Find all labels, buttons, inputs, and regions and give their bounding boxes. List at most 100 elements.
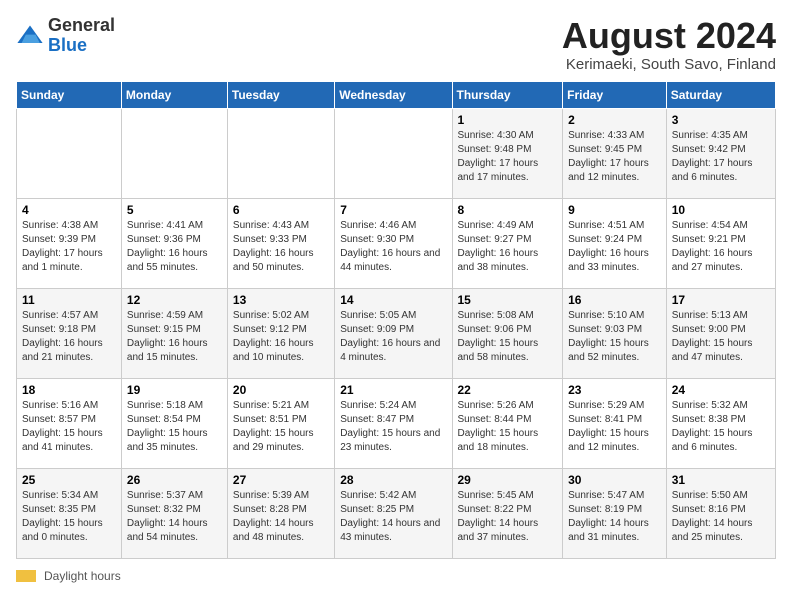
cell-info: Sunrise: 4:49 AM Sunset: 9:27 PM Dayligh… xyxy=(458,219,558,275)
logo: General Blue xyxy=(16,16,115,56)
cell-info: Sunrise: 4:41 AM Sunset: 9:36 PM Dayligh… xyxy=(127,219,222,275)
cell-info: Sunrise: 4:46 AM Sunset: 9:30 PM Dayligh… xyxy=(340,219,446,275)
calendar-cell: 16 Sunrise: 5:10 AM Sunset: 9:03 PM Dayli… xyxy=(563,288,667,378)
calendar-cell: 18 Sunrise: 5:16 AM Sunset: 8:57 PM Dayli… xyxy=(17,378,122,468)
calendar-cell: 23 Sunrise: 5:29 AM Sunset: 8:41 PM Dayli… xyxy=(563,378,667,468)
day-header-wednesday: Wednesday xyxy=(335,81,452,108)
day-number: 6 xyxy=(233,203,329,217)
page-header: General Blue August 2024 Kerimaeki, Sout… xyxy=(16,16,776,73)
cell-info: Sunrise: 5:05 AM Sunset: 9:09 PM Dayligh… xyxy=(340,309,446,365)
calendar-cell xyxy=(335,108,452,198)
day-number: 23 xyxy=(568,383,661,397)
calendar-cell: 7 Sunrise: 4:46 AM Sunset: 9:30 PM Daylig… xyxy=(335,198,452,288)
calendar-cell: 19 Sunrise: 5:18 AM Sunset: 8:54 PM Dayli… xyxy=(121,378,227,468)
calendar-cell: 21Sunrise: 5:24 AM Sunset: 8:47 PM Dayli… xyxy=(335,378,452,468)
cell-info: Sunrise: 5:08 AM Sunset: 9:06 PM Dayligh… xyxy=(458,309,558,365)
day-number: 1 xyxy=(458,113,558,127)
day-header-sunday: Sunday xyxy=(17,81,122,108)
cell-info: Sunrise: 5:45 AM Sunset: 8:22 PM Dayligh… xyxy=(458,489,558,545)
calendar-header: SundayMondayTuesdayWednesdayThursdayFrid… xyxy=(17,81,776,108)
day-number: 7 xyxy=(340,203,446,217)
day-number: 16 xyxy=(568,293,661,307)
day-number: 14 xyxy=(340,293,446,307)
cell-info: Sunrise: 4:38 AM Sunset: 9:39 PM Dayligh… xyxy=(22,219,116,275)
logo-icon xyxy=(16,22,44,50)
cell-info: Sunrise: 4:59 AM Sunset: 9:15 PM Dayligh… xyxy=(127,309,222,365)
cell-info: Sunrise: 5:34 AM Sunset: 8:35 PM Dayligh… xyxy=(22,489,116,545)
day-number: 15 xyxy=(458,293,558,307)
day-number: 31 xyxy=(672,473,770,487)
cell-info: Sunrise: 5:10 AM Sunset: 9:03 PM Dayligh… xyxy=(568,309,661,365)
subtitle: Kerimaeki, South Savo, Finland xyxy=(562,56,776,73)
footer: Daylight hours xyxy=(16,569,776,583)
cell-info: Sunrise: 5:42 AM Sunset: 8:25 PM Dayligh… xyxy=(340,489,446,545)
day-number: 9 xyxy=(568,203,661,217)
day-number: 24 xyxy=(672,383,770,397)
day-number: 2 xyxy=(568,113,661,127)
cell-info: Sunrise: 5:29 AM Sunset: 8:41 PM Dayligh… xyxy=(568,399,661,455)
cell-info: Sunrise: 5:13 AM Sunset: 9:00 PM Dayligh… xyxy=(672,309,770,365)
day-number: 10 xyxy=(672,203,770,217)
calendar-cell: 8 Sunrise: 4:49 AM Sunset: 9:27 PM Daylig… xyxy=(452,198,563,288)
day-number: 11 xyxy=(22,293,116,307)
cell-info: Sunrise: 4:54 AM Sunset: 9:21 PM Dayligh… xyxy=(672,219,770,275)
calendar-cell: 30 Sunrise: 5:47 AM Sunset: 8:19 PM Dayli… xyxy=(563,468,667,558)
cell-info: Sunrise: 5:16 AM Sunset: 8:57 PM Dayligh… xyxy=(22,399,116,455)
calendar-cell xyxy=(227,108,334,198)
week-row-2: 4Sunrise: 4:38 AM Sunset: 9:39 PM Daylig… xyxy=(17,198,776,288)
cell-info: Sunrise: 4:43 AM Sunset: 9:33 PM Dayligh… xyxy=(233,219,329,275)
calendar-cell: 1 Sunrise: 4:30 AM Sunset: 9:48 PM Daylig… xyxy=(452,108,563,198)
calendar-cell xyxy=(17,108,122,198)
header-row: SundayMondayTuesdayWednesdayThursdayFrid… xyxy=(17,81,776,108)
cell-info: Sunrise: 5:21 AM Sunset: 8:51 PM Dayligh… xyxy=(233,399,329,455)
calendar-cell: 3Sunrise: 4:35 AM Sunset: 9:42 PM Daylig… xyxy=(666,108,775,198)
calendar-body: 1 Sunrise: 4:30 AM Sunset: 9:48 PM Daylig… xyxy=(17,108,776,558)
cell-info: Sunrise: 4:35 AM Sunset: 9:42 PM Dayligh… xyxy=(672,129,770,185)
cell-info: Sunrise: 5:37 AM Sunset: 8:32 PM Dayligh… xyxy=(127,489,222,545)
calendar-cell: 10 Sunrise: 4:54 AM Sunset: 9:21 PM Dayli… xyxy=(666,198,775,288)
day-number: 27 xyxy=(233,473,329,487)
day-header-thursday: Thursday xyxy=(452,81,563,108)
day-number: 25 xyxy=(22,473,116,487)
cell-info: Sunrise: 5:47 AM Sunset: 8:19 PM Dayligh… xyxy=(568,489,661,545)
calendar-cell: 13Sunrise: 5:02 AM Sunset: 9:12 PM Dayli… xyxy=(227,288,334,378)
day-number: 12 xyxy=(127,293,222,307)
calendar-cell: 31Sunrise: 5:50 AM Sunset: 8:16 PM Dayli… xyxy=(666,468,775,558)
calendar-cell xyxy=(121,108,227,198)
calendar-table: SundayMondayTuesdayWednesdayThursdayFrid… xyxy=(16,81,776,559)
day-number: 18 xyxy=(22,383,116,397)
day-number: 28 xyxy=(340,473,446,487)
calendar-cell: 25 Sunrise: 5:34 AM Sunset: 8:35 PM Dayli… xyxy=(17,468,122,558)
logo-text: General Blue xyxy=(48,16,115,56)
calendar-cell: 2Sunrise: 4:33 AM Sunset: 9:45 PM Daylig… xyxy=(563,108,667,198)
calendar-cell: 20 Sunrise: 5:21 AM Sunset: 8:51 PM Dayli… xyxy=(227,378,334,468)
cell-info: Sunrise: 5:18 AM Sunset: 8:54 PM Dayligh… xyxy=(127,399,222,455)
daylight-label: Daylight hours xyxy=(44,569,121,583)
day-number: 20 xyxy=(233,383,329,397)
logo-blue-text: Blue xyxy=(48,36,115,56)
calendar-cell: 17 Sunrise: 5:13 AM Sunset: 9:00 PM Dayli… xyxy=(666,288,775,378)
logo-general-text: General xyxy=(48,16,115,36)
title-block: August 2024 Kerimaeki, South Savo, Finla… xyxy=(562,16,776,73)
day-number: 30 xyxy=(568,473,661,487)
calendar-cell: 22Sunrise: 5:26 AM Sunset: 8:44 PM Dayli… xyxy=(452,378,563,468)
day-number: 17 xyxy=(672,293,770,307)
day-header-friday: Friday xyxy=(563,81,667,108)
day-header-monday: Monday xyxy=(121,81,227,108)
day-number: 8 xyxy=(458,203,558,217)
calendar-cell: 9Sunrise: 4:51 AM Sunset: 9:24 PM Daylig… xyxy=(563,198,667,288)
cell-info: Sunrise: 4:30 AM Sunset: 9:48 PM Dayligh… xyxy=(458,129,558,185)
day-number: 26 xyxy=(127,473,222,487)
calendar-cell: 6 Sunrise: 4:43 AM Sunset: 9:33 PM Daylig… xyxy=(227,198,334,288)
main-title: August 2024 xyxy=(562,16,776,56)
week-row-1: 1 Sunrise: 4:30 AM Sunset: 9:48 PM Daylig… xyxy=(17,108,776,198)
day-number: 21 xyxy=(340,383,446,397)
day-number: 5 xyxy=(127,203,222,217)
calendar-cell: 4Sunrise: 4:38 AM Sunset: 9:39 PM Daylig… xyxy=(17,198,122,288)
calendar-cell: 24Sunrise: 5:32 AM Sunset: 8:38 PM Dayli… xyxy=(666,378,775,468)
day-number: 19 xyxy=(127,383,222,397)
day-header-saturday: Saturday xyxy=(666,81,775,108)
calendar-cell: 29Sunrise: 5:45 AM Sunset: 8:22 PM Dayli… xyxy=(452,468,563,558)
daylight-bar-icon xyxy=(16,570,36,582)
cell-info: Sunrise: 5:26 AM Sunset: 8:44 PM Dayligh… xyxy=(458,399,558,455)
